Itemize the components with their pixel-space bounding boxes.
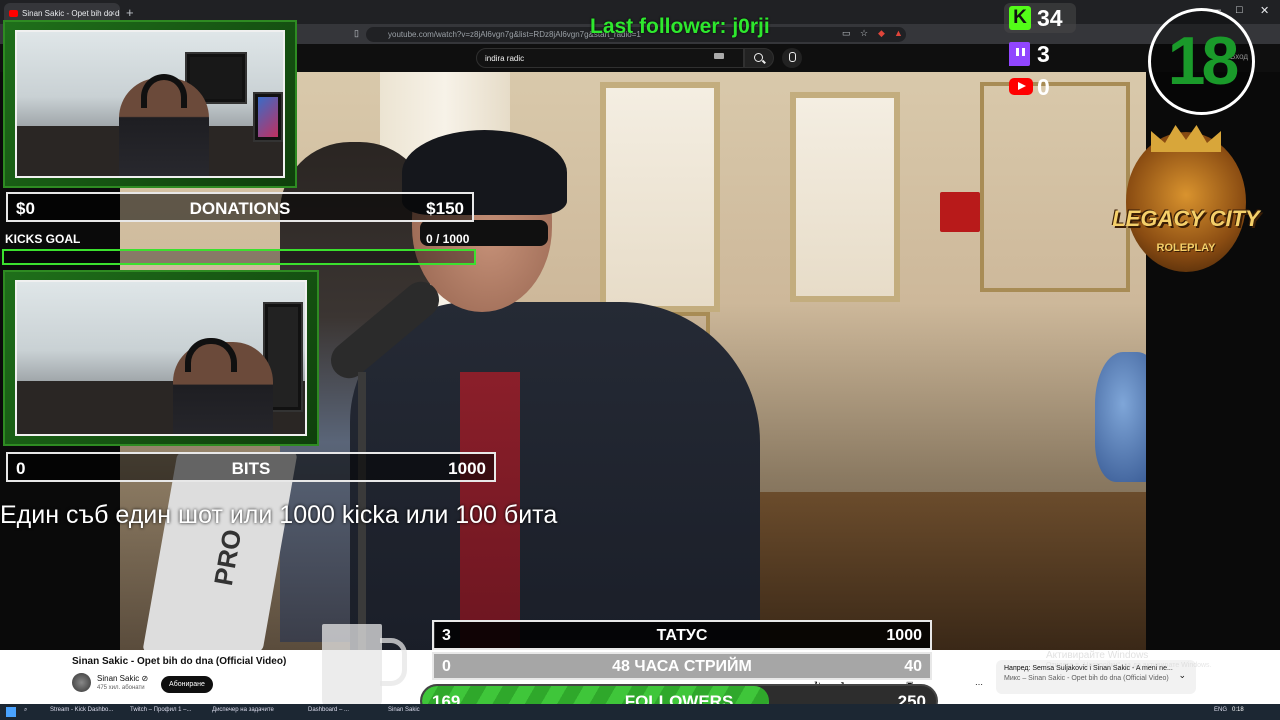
taskbar-item[interactable]: Twitch – Профил 1 –... bbox=[130, 707, 191, 713]
close-window-icon[interactable]: ✕ bbox=[1260, 4, 1269, 17]
donations-label: DONATIONS bbox=[189, 199, 291, 218]
promo-text: Един съб един шот или 1000 kicka или 100… bbox=[0, 501, 558, 529]
status-goal-bar: 3 ТАТУС 1000 bbox=[432, 620, 932, 650]
close-tab-icon[interactable]: × bbox=[110, 8, 115, 18]
tab-title: Sinan Sakic - Opet bih do dna bbox=[22, 9, 120, 18]
webcam-panel-top bbox=[3, 20, 297, 188]
channel-name[interactable]: Sinan Sakic ⊘ bbox=[97, 674, 148, 683]
kick-icon: K bbox=[1009, 6, 1031, 30]
twitch-count: 3 bbox=[1037, 41, 1050, 67]
video-window bbox=[790, 92, 900, 302]
webcam-monitor bbox=[253, 92, 283, 142]
age-rating-badge: 18 bbox=[1148, 8, 1255, 115]
cast-icon[interactable]: ▭ bbox=[842, 28, 851, 39]
search-button[interactable] bbox=[744, 48, 774, 68]
windows-activation-title: Активирайте Windows bbox=[1046, 650, 1149, 661]
search-icon[interactable]: ⌕ bbox=[24, 707, 27, 714]
video-window bbox=[600, 82, 720, 312]
maximize-icon[interactable]: □ bbox=[1236, 4, 1243, 16]
youtube-subscriber-counter: 0 bbox=[1004, 72, 1056, 102]
more-options-icon[interactable]: ⋯ bbox=[975, 680, 983, 689]
channel-avatar[interactable] bbox=[72, 673, 91, 692]
legacy-city-logo: LEGACY CITY ROLEPLAY bbox=[1106, 114, 1266, 284]
youtube-icon bbox=[1009, 78, 1033, 95]
star-icon[interactable]: ☆ bbox=[860, 28, 868, 39]
subscribe-button[interactable]: Абониране bbox=[161, 676, 213, 693]
mug-overlay bbox=[322, 624, 407, 708]
youtube-icon bbox=[9, 10, 18, 17]
keyboard-icon[interactable] bbox=[714, 53, 724, 59]
language-indicator[interactable]: ENG bbox=[1214, 707, 1227, 713]
kicks-goal-label: KICKS GOAL bbox=[5, 232, 81, 246]
video-vase bbox=[1095, 352, 1146, 482]
warning-icon[interactable]: ▲ bbox=[894, 28, 903, 38]
webcam-feed bbox=[15, 280, 307, 436]
search-icon bbox=[754, 53, 763, 62]
video-red-plaque bbox=[940, 192, 980, 232]
bookmark-icon[interactable]: ▯ bbox=[354, 28, 359, 39]
taskbar-item[interactable]: Stream - Kick Dashbo... bbox=[50, 707, 113, 713]
taskbar-item[interactable]: Dashboard – ... bbox=[308, 707, 349, 713]
kick-follower-counter: K 34 bbox=[1004, 3, 1076, 33]
kicks-goal-value: 0 / 1000 bbox=[426, 232, 470, 246]
kicks-goal-bar bbox=[2, 249, 476, 265]
new-tab-button[interactable]: + bbox=[126, 5, 134, 20]
video-title: Sinan Sakic - Opet bih do dna (Official … bbox=[72, 656, 287, 667]
last-follower-label: Last follower: j0rji bbox=[590, 15, 770, 38]
webcam-panel-middle bbox=[3, 270, 319, 446]
bits-label: BITS bbox=[231, 459, 271, 478]
up-next-subtitle: Микс – Sinan Sakic - Opet bih do dna (Of… bbox=[1004, 675, 1169, 682]
twitch-follower-counter: 3 bbox=[1004, 39, 1054, 69]
channel-subscribers: 475 хил. абонати bbox=[97, 685, 145, 691]
stream-hours-label: 48 ЧАСА СТРИЙМ bbox=[612, 658, 752, 675]
stream-hours-bar: 0 48 ЧАСА СТРИЙМ 40 bbox=[432, 652, 932, 680]
windows-icon[interactable] bbox=[6, 707, 16, 717]
windows-activation-text: Отидете в „Настройки“, за да активирате … bbox=[1046, 662, 1212, 669]
status-label: ТАТУС bbox=[656, 627, 708, 644]
webcam-feed bbox=[15, 30, 285, 178]
chevron-down-icon[interactable]: ⌄ bbox=[1178, 670, 1186, 681]
taskbar-clock[interactable]: 0:18 bbox=[1232, 707, 1244, 713]
taskbar-item[interactable]: Sinan Sakic bbox=[388, 707, 420, 713]
legacy-city-subtitle: ROLEPLAY bbox=[1156, 242, 1216, 254]
extension-icon[interactable]: ◆ bbox=[878, 28, 885, 39]
microphone-icon[interactable] bbox=[782, 48, 802, 68]
donations-target: $150 bbox=[426, 199, 464, 218]
legacy-city-title: LEGACY CITY bbox=[1112, 206, 1260, 231]
stream-hours-target: 40 bbox=[904, 658, 922, 675]
donations-goal-bar: $0 DONATIONS $150 bbox=[6, 192, 474, 222]
twitch-icon bbox=[1009, 42, 1030, 66]
status-target: 1000 bbox=[886, 627, 922, 644]
bits-target: 1000 bbox=[448, 459, 486, 478]
taskbar-item[interactable]: Диспечер на задачите bbox=[212, 707, 274, 713]
youtube-count: 0 bbox=[1037, 74, 1050, 100]
bits-goal-bar: 0 BITS 1000 bbox=[6, 452, 496, 482]
kick-count: 34 bbox=[1037, 5, 1063, 31]
windows-taskbar: ⌕ Stream - Kick Dashbo... Twitch – Профи… bbox=[0, 704, 1280, 720]
stream-screen: Sinan Sakic - Opet bih do dna × + — □ ✕ … bbox=[0, 0, 1280, 720]
search-input[interactable]: indira radic bbox=[476, 48, 744, 68]
